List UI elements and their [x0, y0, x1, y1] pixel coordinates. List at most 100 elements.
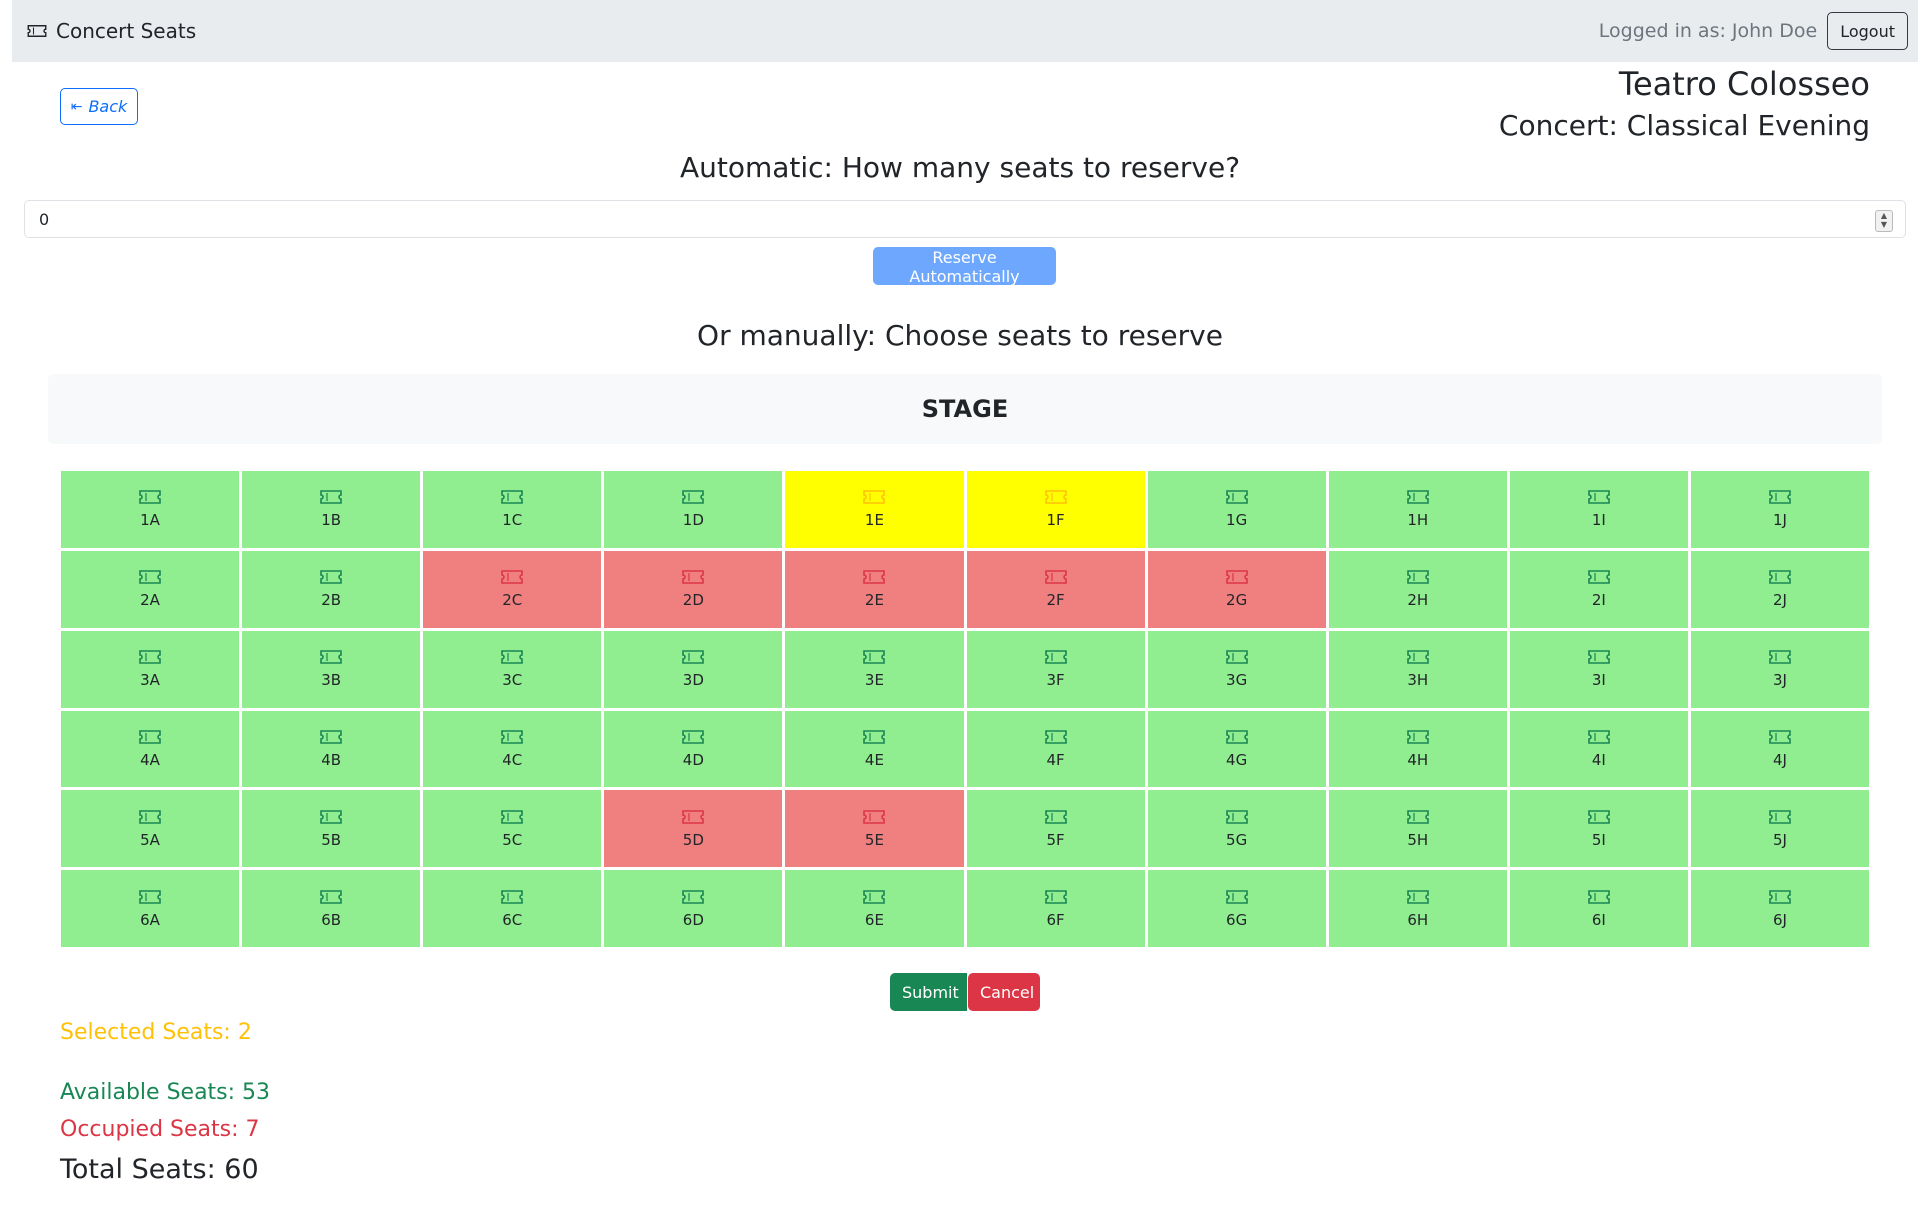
ticket-icon — [320, 809, 342, 824]
seat-label: 6I — [1591, 910, 1606, 929]
seat-6G[interactable]: 6G — [1147, 870, 1326, 947]
seat-count-input[interactable] — [25, 201, 1905, 237]
seat-3I[interactable]: 3I — [1509, 630, 1688, 708]
ticket-icon — [1588, 570, 1610, 585]
ticket-icon — [1044, 570, 1067, 585]
seat-label: 6G — [1226, 910, 1248, 929]
seat-count-field: ▲▼ — [24, 200, 1906, 238]
seat-1F[interactable]: 1F — [966, 471, 1145, 548]
seat-3A[interactable]: 3A — [61, 630, 240, 708]
concert-name: Concert: Classical Evening — [1498, 109, 1870, 142]
seat-6J[interactable]: 6J — [1690, 870, 1869, 947]
seat-label: 4C — [502, 750, 523, 769]
ticket-icon — [501, 650, 524, 664]
seat-5J[interactable]: 5J — [1690, 790, 1869, 868]
seat-label: 2B — [321, 591, 342, 610]
seat-2J[interactable]: 2J — [1690, 550, 1869, 628]
seat-3F[interactable]: 3F — [966, 630, 1145, 708]
seat-5H[interactable]: 5H — [1328, 790, 1507, 868]
ticket-icon — [1769, 490, 1791, 505]
seat-4I[interactable]: 4I — [1509, 710, 1688, 788]
seat-4A[interactable]: 4A — [61, 710, 240, 788]
seat-6E[interactable]: 6E — [785, 870, 964, 947]
ticket-icon — [682, 490, 705, 505]
seat-4J[interactable]: 4J — [1690, 710, 1869, 788]
seat-6I[interactable]: 6I — [1509, 870, 1688, 947]
seat-6D[interactable]: 6D — [604, 870, 783, 947]
seat-2A[interactable]: 2A — [61, 550, 240, 628]
seat-label: 5D — [682, 830, 704, 849]
seat-1B[interactable]: 1B — [242, 471, 421, 548]
seat-3C[interactable]: 3C — [423, 630, 602, 708]
cancel-button[interactable]: Cancel — [968, 973, 1040, 1011]
seat-label: 4B — [321, 750, 342, 769]
seat-3H[interactable]: 3H — [1328, 630, 1507, 708]
seat-1J[interactable]: 1J — [1690, 471, 1869, 548]
seat-label: 5F — [1046, 830, 1065, 849]
seat-1C[interactable]: 1C — [423, 471, 602, 548]
seat-3D[interactable]: 3D — [604, 630, 783, 708]
logged-in-text: Logged in as: John Doe — [1598, 20, 1818, 42]
seat-4D[interactable]: 4D — [604, 710, 783, 788]
seat-6C[interactable]: 6C — [423, 870, 602, 947]
seat-6A[interactable]: 6A — [61, 870, 240, 947]
ticket-icon — [139, 650, 161, 664]
seat-label: 5C — [502, 830, 523, 849]
seat-1G[interactable]: 1G — [1147, 471, 1326, 548]
seat-5G[interactable]: 5G — [1147, 790, 1326, 868]
stage-label: STAGE — [921, 395, 1009, 423]
seat-5E: 5E — [785, 790, 964, 868]
seat-5A[interactable]: 5A — [61, 790, 240, 868]
seat-4G[interactable]: 4G — [1147, 710, 1326, 788]
seat-3B[interactable]: 3B — [242, 630, 421, 708]
seat-4H[interactable]: 4H — [1328, 710, 1507, 788]
user-area: Logged in as: John Doe Logout — [1599, 11, 1908, 51]
reserve-automatically-button[interactable]: Reserve Automatically — [873, 247, 1056, 286]
seat-label: 1J — [1772, 511, 1787, 530]
seat-5I[interactable]: 5I — [1509, 790, 1688, 868]
ticket-icon — [1225, 809, 1248, 824]
seat-2F: 2F — [966, 550, 1145, 628]
ticket-icon — [682, 809, 705, 824]
seat-6F[interactable]: 6F — [966, 870, 1145, 947]
seat-2H[interactable]: 2H — [1328, 550, 1507, 628]
seat-3J[interactable]: 3J — [1690, 630, 1869, 708]
seat-1E[interactable]: 1E — [785, 471, 964, 548]
logout-button[interactable]: Logout — [1827, 12, 1908, 50]
seat-6B[interactable]: 6B — [242, 870, 421, 947]
submit-button[interactable]: Submit — [890, 973, 967, 1011]
seat-1D[interactable]: 1D — [604, 471, 783, 548]
seat-5B[interactable]: 5B — [242, 790, 421, 868]
ticket-icon — [1406, 570, 1429, 585]
seat-6H[interactable]: 6H — [1328, 870, 1507, 947]
brand[interactable]: Concert Seats — [26, 0, 196, 62]
occupied-seats-count: Occupied Seats: 7 — [60, 1117, 260, 1142]
seat-label: 1G — [1226, 511, 1248, 530]
selected-seats-count: Selected Seats: 2 — [60, 1020, 252, 1045]
seat-4F[interactable]: 4F — [966, 710, 1145, 788]
seat-2I[interactable]: 2I — [1509, 550, 1688, 628]
seat-1H[interactable]: 1H — [1328, 471, 1507, 548]
seat-5F[interactable]: 5F — [966, 790, 1145, 868]
number-spinner[interactable]: ▲ ▼ — [1875, 210, 1893, 232]
seat-3G[interactable]: 3G — [1147, 630, 1326, 708]
ticket-icon — [320, 730, 342, 744]
ticket-icon — [1406, 730, 1429, 744]
seat-5C[interactable]: 5C — [423, 790, 602, 868]
seat-label: 4J — [1772, 750, 1787, 769]
seat-4B[interactable]: 4B — [242, 710, 421, 788]
seat-4C[interactable]: 4C — [423, 710, 602, 788]
seat-2E: 2E — [785, 550, 964, 628]
seat-label: 3J — [1772, 671, 1787, 690]
ticket-icon — [863, 809, 886, 824]
ticket-icon — [1044, 730, 1067, 744]
seat-1A[interactable]: 1A — [61, 471, 240, 548]
seat-label: 4A — [140, 750, 160, 769]
seat-1I[interactable]: 1I — [1509, 471, 1688, 548]
ticket-icon — [1769, 889, 1791, 904]
seat-3E[interactable]: 3E — [785, 630, 964, 708]
seat-2B[interactable]: 2B — [242, 550, 421, 628]
back-button[interactable]: ⇤ Back — [60, 88, 138, 125]
seat-label: 5E — [864, 830, 884, 849]
seat-4E[interactable]: 4E — [785, 710, 964, 788]
